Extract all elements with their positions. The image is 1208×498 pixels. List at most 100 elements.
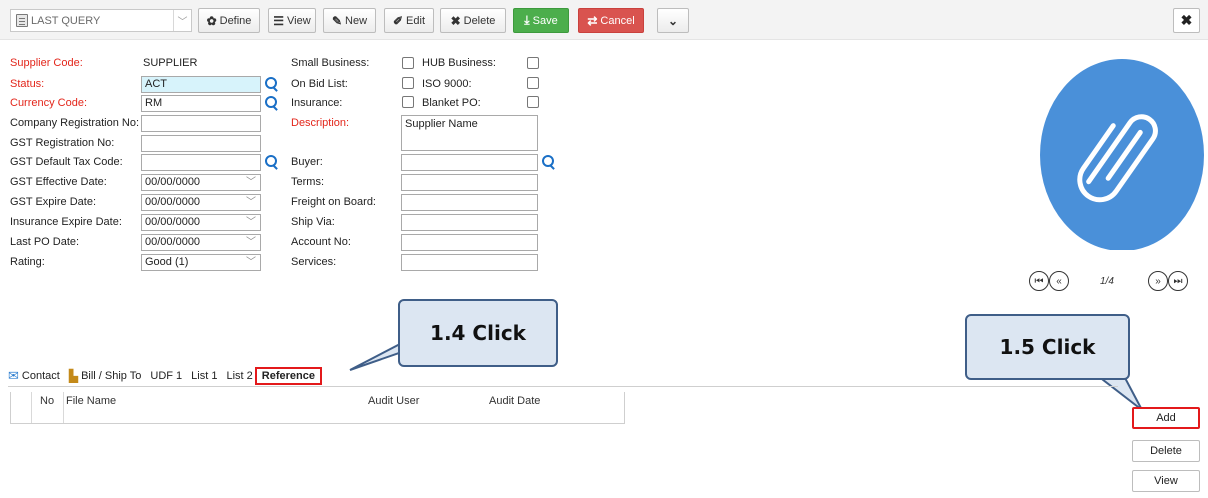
- first-page-icon[interactable]: ⏮: [1029, 271, 1049, 291]
- previous-page-icon[interactable]: «: [1049, 271, 1069, 291]
- delete-button[interactable]: ✖ Delete: [440, 8, 506, 33]
- view-button[interactable]: ☰ View: [268, 8, 316, 33]
- edit-button[interactable]: ✐ Edit: [384, 8, 434, 33]
- define-button[interactable]: ✿ Define: [198, 8, 260, 33]
- grid-header-audit-user[interactable]: Audit User: [368, 395, 419, 407]
- last-po-date-input[interactable]: 00/00/0000 ﹀: [141, 234, 261, 251]
- grid-header-no[interactable]: No: [40, 395, 54, 407]
- next-page-icon[interactable]: »: [1148, 271, 1168, 291]
- freight-on-board-input[interactable]: [401, 194, 538, 211]
- status-input[interactable]: ACT: [141, 76, 261, 93]
- status-label: Status:: [10, 78, 45, 90]
- on-bid-list-checkbox[interactable]: [402, 77, 414, 89]
- tab-reference-label: Reference: [261, 370, 315, 382]
- chevron-down-icon[interactable]: ﹀: [242, 215, 260, 230]
- search-icon[interactable]: [264, 155, 278, 169]
- tab-list-1[interactable]: List 1: [191, 370, 217, 382]
- freight-on-board-label: Freight on Board:: [291, 196, 376, 208]
- chevron-down-icon: ⌄: [667, 13, 679, 28]
- cancel-icon: ⇄: [587, 13, 598, 28]
- chevron-down-icon[interactable]: ﹀: [242, 255, 260, 270]
- small-business-checkbox[interactable]: [402, 57, 414, 69]
- tab-contact[interactable]: ✉ Contact: [8, 368, 60, 384]
- blanket-po-label: Blanket PO:: [422, 97, 481, 109]
- chevron-down-icon[interactable]: ﹀: [242, 235, 260, 250]
- grid-header-file-name[interactable]: File Name: [66, 395, 116, 407]
- truck-icon: ▙: [68, 369, 79, 383]
- gst-effective-date-input[interactable]: 00/00/0000 ﹀: [141, 174, 261, 191]
- save-label: Save: [532, 14, 558, 27]
- description-textarea[interactable]: Supplier Name: [401, 115, 538, 151]
- list-icon: ☰: [273, 13, 285, 28]
- tab-bill-ship-to[interactable]: ▙ Bill / Ship To: [69, 369, 142, 383]
- insurance-expire-date-label: Insurance Expire Date:: [10, 216, 122, 228]
- tab-udf-1[interactable]: UDF 1: [150, 370, 182, 382]
- account-no-input[interactable]: [401, 234, 538, 251]
- reference-grid: No File Name Audit User Audit Date: [10, 392, 625, 424]
- grid-header-audit-date[interactable]: Audit Date: [489, 395, 540, 407]
- supplier-code-value: SUPPLIER: [143, 57, 198, 69]
- new-button[interactable]: ✎ New: [323, 8, 376, 33]
- blanket-po-checkbox[interactable]: [527, 96, 539, 108]
- search-icon[interactable]: [264, 77, 278, 91]
- new-label: New: [345, 14, 368, 27]
- cancel-button[interactable]: ⇄ Cancel: [578, 8, 644, 33]
- gst-registration-input[interactable]: [141, 135, 261, 152]
- x-icon: ✖: [450, 13, 461, 28]
- gst-expire-date-label: GST Expire Date:: [10, 196, 96, 208]
- grid-divider: [31, 392, 32, 423]
- hub-business-checkbox[interactable]: [527, 57, 539, 69]
- last-po-date-label: Last PO Date:: [10, 236, 80, 248]
- search-icon[interactable]: [541, 155, 555, 169]
- tab-reference[interactable]: Reference: [254, 367, 322, 385]
- services-input[interactable]: [401, 254, 538, 271]
- currency-code-input[interactable]: RM: [141, 95, 261, 112]
- iso-9000-label: ISO 9000:: [422, 78, 472, 90]
- services-label: Services:: [291, 256, 337, 268]
- gst-effective-date-label: GST Effective Date:: [10, 176, 107, 188]
- rating-select[interactable]: Good (1) ﹀: [141, 254, 261, 271]
- add-button[interactable]: Add: [1132, 407, 1200, 429]
- buyer-input[interactable]: [401, 154, 538, 171]
- cancel-label: Cancel: [600, 14, 635, 27]
- ship-via-label: Ship Via:: [291, 216, 335, 228]
- delete-attachment-button[interactable]: Delete: [1132, 440, 1200, 462]
- tab-list-2[interactable]: List 2: [226, 370, 252, 382]
- insurance-checkbox[interactable]: [402, 96, 414, 108]
- chevron-down-icon[interactable]: ﹀: [173, 10, 191, 31]
- tab-contact-label: Contact: [21, 370, 60, 382]
- description-label: Description:: [291, 117, 350, 129]
- company-registration-input[interactable]: [141, 115, 261, 132]
- gst-expire-date-input[interactable]: 00/00/0000 ﹀: [141, 194, 261, 211]
- chevron-down-icon[interactable]: ﹀: [242, 195, 260, 210]
- currency-code-label: Currency Code:: [10, 97, 88, 109]
- tab-bill-ship-to-label: Bill / Ship To: [81, 370, 142, 382]
- gst-tax-code-input[interactable]: [141, 154, 261, 171]
- search-icon[interactable]: [264, 96, 278, 110]
- gst-expire-date-value: 00/00/0000: [145, 196, 201, 208]
- close-button[interactable]: ✖: [1173, 8, 1200, 33]
- tab-udf-1-label: UDF 1: [150, 370, 183, 382]
- last-page-icon[interactable]: ⏭: [1168, 271, 1188, 291]
- view-attachment-button[interactable]: View: [1132, 470, 1200, 492]
- envelope-icon: ✉: [8, 368, 19, 383]
- rating-value: Good (1): [145, 256, 189, 268]
- gear-icon: ✿: [206, 13, 217, 28]
- iso-9000-checkbox[interactable]: [527, 77, 539, 89]
- tab-list-1-label: List 1: [191, 370, 218, 382]
- small-business-label: Small Business:: [291, 57, 370, 69]
- query-select[interactable]: LAST QUERY ﹀: [10, 9, 192, 32]
- ship-via-input[interactable]: [401, 214, 538, 231]
- view-label: View: [287, 14, 311, 27]
- buyer-label: Buyer:: [291, 156, 323, 168]
- terms-input[interactable]: [401, 174, 538, 191]
- chevron-down-icon[interactable]: ﹀: [242, 175, 260, 190]
- close-icon: ✖: [1180, 12, 1193, 28]
- save-button[interactable]: ⤓ Save: [513, 8, 569, 33]
- insurance-expire-date-input[interactable]: 00/00/0000 ﹀: [141, 214, 261, 231]
- more-dropdown-button[interactable]: ⌄: [657, 8, 689, 33]
- clipboard-icon: [16, 14, 28, 27]
- tab-bar: ✉ Contact ▙ Bill / Ship To UDF 1 List 1 Li…: [8, 366, 331, 386]
- delete-label: Delete: [463, 14, 496, 27]
- download-icon: ⤓: [524, 13, 530, 27]
